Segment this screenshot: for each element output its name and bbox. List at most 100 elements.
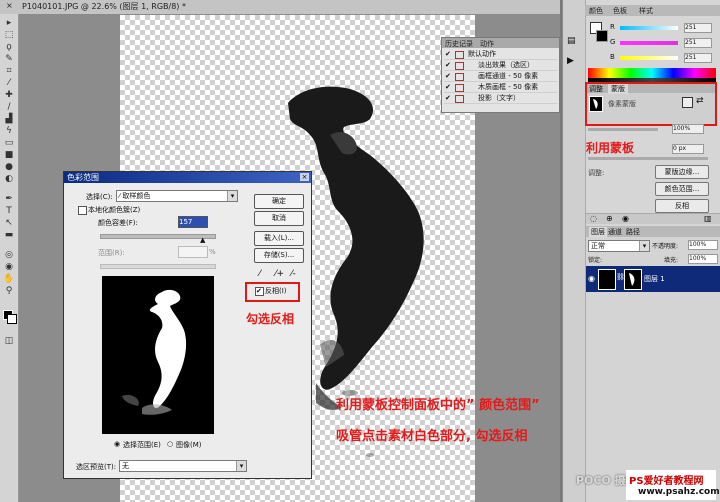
eraser-tool-icon[interactable]: ▭ <box>3 138 15 148</box>
move-tool-icon[interactable]: ▸ <box>3 18 15 28</box>
cancel-button[interactable]: 取消 <box>254 211 304 226</box>
apply-mask-icon[interactable]: ⊕ <box>606 214 613 223</box>
tab-paths[interactable]: 路径 <box>626 227 640 237</box>
stamp-tool-icon[interactable]: ▟ <box>3 114 15 124</box>
eyedropper-plus-icon[interactable]: ⁄+ <box>275 269 284 279</box>
eyedropper-minus-icon[interactable]: ⁄- <box>291 269 296 279</box>
dialog-toggle-icon[interactable] <box>455 73 464 81</box>
tab-actions[interactable]: 动作 <box>480 39 494 49</box>
fuzziness-slider[interactable] <box>100 234 216 239</box>
blur-tool-icon[interactable]: ● <box>3 162 15 172</box>
opacity-field[interactable]: 100% <box>688 240 718 250</box>
blend-mode-select[interactable]: 正常 ▾ <box>588 240 650 252</box>
pen-tool-icon[interactable]: ✒ <box>3 194 15 204</box>
layer-thumbnail[interactable] <box>598 269 616 290</box>
background-color-swatch[interactable] <box>7 314 17 324</box>
3d-rotate-tool-icon[interactable]: ◎ <box>3 250 15 260</box>
tab-swatches[interactable]: 色板 <box>613 6 627 16</box>
selection-radio-icon[interactable]: ◉ <box>114 440 120 448</box>
range-field[interactable] <box>178 246 208 258</box>
density-slider[interactable] <box>588 128 658 131</box>
check-icon[interactable]: ✔ <box>445 50 453 59</box>
green-value-field[interactable]: 251 <box>684 38 712 48</box>
green-slider-track[interactable] <box>620 41 678 45</box>
chevron-down-icon[interactable]: ▾ <box>236 461 246 471</box>
selection-preview[interactable] <box>102 276 214 434</box>
eyedropper-tool-icon[interactable]: ⁄ <box>3 78 15 88</box>
fuzziness-slider-handle-icon[interactable]: ▲ <box>200 236 205 244</box>
background-swatch[interactable] <box>596 30 608 42</box>
tab-color[interactable]: 颜色 <box>589 6 603 16</box>
marquee-tool-icon[interactable]: ⬚ <box>3 30 15 40</box>
path-select-tool-icon[interactable]: ↖ <box>3 218 15 228</box>
check-icon[interactable]: ✔ <box>445 61 453 70</box>
zoom-tool-icon[interactable]: ⚲ <box>3 286 15 296</box>
delete-mask-icon[interactable]: ▥ <box>704 214 712 223</box>
list-item[interactable]: ✔ 默认动作 <box>444 50 557 60</box>
chevron-down-icon[interactable]: ▾ <box>639 241 649 251</box>
load-selection-icon[interactable]: ◌ <box>590 214 597 223</box>
range-slider[interactable] <box>100 264 216 269</box>
quick-select-tool-icon[interactable]: ✎ <box>3 54 15 64</box>
actions-icon[interactable]: ▶ <box>567 56 574 66</box>
ok-button[interactable]: 确定 <box>254 194 304 209</box>
layer-name[interactable]: 图层 1 <box>644 274 665 284</box>
color-spectrum-bar[interactable] <box>588 68 716 78</box>
tab-layers[interactable]: 图层 <box>589 227 607 237</box>
layer-mask-thumbnail[interactable] <box>624 269 642 290</box>
history-brush-tool-icon[interactable]: ϟ <box>3 126 15 136</box>
dialog-toggle-icon[interactable] <box>455 95 464 103</box>
tab-history[interactable]: 历史记录 <box>445 39 473 49</box>
check-icon[interactable]: ✔ <box>445 83 453 92</box>
save-button[interactable]: 存储(S)... <box>254 248 304 263</box>
brush-tool-icon[interactable]: / <box>3 102 15 112</box>
feather-field[interactable]: 0 px <box>672 144 704 154</box>
document-tab[interactable]: × P1040101.JPG @ 22.6% (图层 1, RGB/8) * <box>0 0 560 15</box>
tab-styles[interactable]: 样式 <box>639 6 653 16</box>
red-value-field[interactable]: 251 <box>684 23 712 33</box>
eye-icon[interactable]: ◉ <box>588 274 595 283</box>
select-dropdown[interactable]: ⁄ 取样颜色 ▾ <box>116 190 238 202</box>
dialog-toggle-icon[interactable] <box>455 62 464 70</box>
dialog-toggle-icon[interactable] <box>455 84 464 92</box>
load-button[interactable]: 载入(L)... <box>254 231 304 246</box>
tab-channels[interactable]: 通道 <box>608 227 622 237</box>
dialog-title-bar[interactable]: 色彩范围 × <box>64 172 311 183</box>
crop-tool-icon[interactable]: ⌗ <box>3 66 15 76</box>
history-icon[interactable]: ▤ <box>567 36 576 46</box>
red-slider-track[interactable] <box>620 26 678 30</box>
type-tool-icon[interactable]: T <box>3 206 15 216</box>
image-radio-icon[interactable]: ○ <box>167 440 173 448</box>
healing-tool-icon[interactable]: ✚ <box>3 90 15 100</box>
list-item[interactable]: ✔ 画框通道 - 50 像素 <box>444 72 557 82</box>
mask-edge-button[interactable]: 蒙版边缘... <box>655 165 709 179</box>
lasso-tool-icon[interactable]: ϙ <box>3 42 15 52</box>
list-item[interactable]: ✔ 木质画框 - 50 像素 <box>444 83 557 93</box>
gradient-tool-icon[interactable]: ■ <box>3 150 15 160</box>
eye-icon[interactable]: ◉ <box>622 214 629 223</box>
eyedropper-icon[interactable]: ⁄ <box>259 269 261 279</box>
density-field[interactable]: 100% <box>672 124 704 134</box>
fill-field[interactable]: 100% <box>688 254 718 264</box>
fuzziness-field[interactable]: 157 <box>178 216 208 228</box>
blue-value-field[interactable]: 251 <box>684 53 712 63</box>
dialog-toggle-icon[interactable] <box>455 51 464 59</box>
check-icon[interactable]: ✔ <box>445 72 453 81</box>
shape-tool-icon[interactable]: ▬ <box>3 230 15 240</box>
list-item[interactable]: ✔ 淡出效果（选区） <box>444 61 557 71</box>
hand-tool-icon[interactable]: ✋ <box>3 274 15 284</box>
list-item[interactable]: ✔ 投影（文字） <box>444 94 557 104</box>
close-tab-icon[interactable]: × <box>6 1 13 10</box>
blue-slider-track[interactable] <box>620 56 678 60</box>
selection-preview-select[interactable]: 无 ▾ <box>119 460 247 472</box>
3d-orbit-tool-icon[interactable]: ◉ <box>3 262 15 272</box>
chevron-down-icon[interactable]: ▾ <box>227 191 237 201</box>
localized-clusters-checkbox[interactable] <box>78 206 87 215</box>
invert-button[interactable]: 反相 <box>655 199 709 213</box>
dodge-tool-icon[interactable]: ◐ <box>3 174 15 184</box>
quick-mask-icon[interactable]: ◫ <box>3 336 15 346</box>
feather-slider[interactable] <box>588 157 708 160</box>
color-range-button[interactable]: 颜色范围... <box>655 182 709 196</box>
layer-row[interactable]: ◉ ⛓ 图层 1 <box>586 266 720 292</box>
close-icon[interactable]: × <box>300 173 309 181</box>
